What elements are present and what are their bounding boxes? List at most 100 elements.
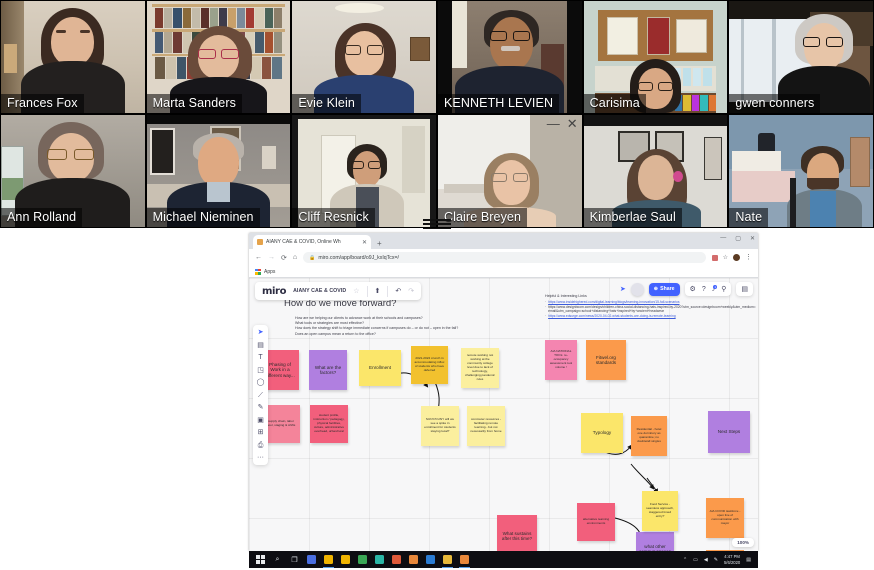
file-explorer-taskbar-button[interactable] <box>337 551 354 568</box>
notifications-icon[interactable]: ▤ <box>746 557 751 563</box>
minimize-icon[interactable]: — <box>720 235 726 242</box>
back-icon[interactable]: ← <box>255 254 262 261</box>
participant-tile[interactable]: Evie Klein <box>292 1 436 113</box>
sticky-note[interactable]: Residential - hotel one dormitory as qua… <box>631 416 667 456</box>
browser-menu-icon[interactable]: ⋮ <box>745 254 752 261</box>
apps-grid-icon[interactable] <box>255 268 261 275</box>
panel-icon[interactable]: ▤ <box>741 285 748 293</box>
sticky-note-tool-icon[interactable]: ◳ <box>257 367 264 374</box>
sticky-note[interactable]: What are the factors? <box>309 350 347 390</box>
firefox-taskbar-button[interactable] <box>405 551 422 568</box>
sticky-note[interactable]: 2021-2022 crunch in accommodating influx… <box>411 346 448 384</box>
sticky-note[interactable]: AIA COVID taskforce - open line of commu… <box>706 498 744 538</box>
board-link[interactable]: https://www.edsurge.com/news/2020-04-02-… <box>548 314 676 318</box>
undo-icon[interactable]: ↶ <box>395 287 401 295</box>
sticky-note[interactable]: Fitwel.org standards <box>586 340 626 380</box>
profile-avatar[interactable] <box>733 254 740 261</box>
bookmark-apps-label[interactable]: Apps <box>264 269 275 275</box>
redo-icon[interactable]: ↷ <box>408 287 414 295</box>
cursor-pointer-icon[interactable]: ➤ <box>620 285 626 293</box>
participant-tile[interactable]: Kimberlae Saul <box>583 115 728 227</box>
minimize-icon[interactable]: — <box>547 117 560 130</box>
miro-logo[interactable]: miro <box>262 286 286 297</box>
pen-tool-icon[interactable]: ✎ <box>258 404 264 411</box>
extension-icon[interactable] <box>711 254 718 261</box>
edge-taskbar-button[interactable] <box>303 551 320 568</box>
reload-icon[interactable]: ⟳ <box>281 254 287 262</box>
sticky-note[interactable]: remote working not working at the commun… <box>461 348 499 388</box>
line-tool-icon[interactable]: ⟋ <box>258 392 263 399</box>
board-link[interactable]: https://www.designboom.com/design/childr… <box>548 305 757 314</box>
participant-tile[interactable]: Nate <box>729 115 873 227</box>
task-view-button[interactable]: ❐ <box>286 551 303 568</box>
close-tab-icon[interactable]: ✕ <box>362 239 367 246</box>
sticky-note[interactable]: Next Steps <box>708 411 750 453</box>
help-icon[interactable]: ? <box>702 286 706 293</box>
favorite-star-icon[interactable]: ☆ <box>353 287 359 295</box>
sticky-note[interactable]: what other campus spaces can be used? <box>636 532 674 551</box>
home-icon[interactable]: ⌂ <box>293 254 297 261</box>
share-button[interactable]: ⊕ Share <box>648 282 680 296</box>
search-icon[interactable]: ⚲ <box>721 285 726 293</box>
notifications-icon[interactable]: ♪ 1 <box>712 284 718 293</box>
taskbar-clock[interactable]: 4:47 PM 5/6/2020 <box>724 554 740 565</box>
sticky-note[interactable]: Food Service - seamless approach, stagge… <box>642 491 678 531</box>
text-tool-icon[interactable]: T <box>258 354 262 361</box>
participant-tile-active[interactable]: Ann Rolland <box>1 115 145 227</box>
pen-icon[interactable]: ✎ <box>714 557 718 563</box>
board-name[interactable]: AIANY CAE & COVID <box>293 288 346 294</box>
sticky-note[interactable]: commuter resources - facilitating remote… <box>467 406 505 446</box>
participant-tile[interactable]: Cliff Resnick <box>292 115 436 227</box>
comment-tool-icon[interactable]: ▣ <box>257 417 264 424</box>
store-taskbar-button[interactable] <box>422 551 439 568</box>
tray-chevron-icon[interactable]: ⌃ <box>683 557 687 563</box>
photos-taskbar-button[interactable] <box>371 551 388 568</box>
participant-tile[interactable]: KENNETH LEVIEN <box>438 1 582 113</box>
volume-icon[interactable]: ◀ <box>704 557 708 563</box>
paint-taskbar-button[interactable] <box>388 551 405 568</box>
templates-tool-icon[interactable]: ▤ <box>257 342 264 349</box>
upload-icon[interactable]: ⬆ <box>375 287 381 295</box>
upload-tool-icon[interactable]: ⎙ <box>258 442 264 449</box>
maximize-icon[interactable]: ▢ <box>735 235 741 242</box>
participant-tile-active[interactable]: Michael Nieminen <box>146 115 291 227</box>
sticky-note[interactable]: Typology <box>581 413 623 453</box>
sticky-note[interactable]: SUNY/CUNY will we see a spike in enrollm… <box>421 406 459 446</box>
notes-taskbar-button[interactable] <box>439 551 456 568</box>
chrome-taskbar-button[interactable] <box>320 551 337 568</box>
browser-tab[interactable]: AIANY CAE & COVID, Online Wh ✕ <box>253 235 371 249</box>
participant-tile[interactable]: Marta Sanders <box>146 1 291 113</box>
apps-icon[interactable]: ⚙ <box>690 285 696 293</box>
bookmark-star-icon[interactable]: ☆ <box>723 254 728 261</box>
zoom-app-taskbar-button[interactable] <box>456 551 473 568</box>
frame-tool-icon[interactable]: ⊞ <box>258 429 264 436</box>
address-bar[interactable]: 🔒 miro.com/app/board/o9J_kxIqTcx=/ <box>303 252 706 263</box>
forward-icon[interactable]: → <box>268 254 275 261</box>
more-tools-icon[interactable]: ··· <box>257 454 264 461</box>
new-tab-button[interactable]: + <box>377 239 382 249</box>
participant-tile[interactable]: gwen conners <box>729 1 873 113</box>
sticky-note[interactable]: Enrollment <box>359 350 401 386</box>
participant-tile[interactable]: Carisima <box>583 1 728 113</box>
drag-handle[interactable] <box>423 219 451 229</box>
browser-window-controls[interactable]: — ▢ ✕ <box>720 235 755 242</box>
miro-panel-toggle[interactable]: ▤ <box>736 282 753 296</box>
participant-tile[interactable]: Frances Fox <box>1 1 145 113</box>
sticky-note[interactable]: What sustains after this time? <box>497 515 537 551</box>
search-button[interactable]: ⌕ <box>269 551 286 568</box>
zoom-control[interactable]: 100% <box>732 538 754 547</box>
close-icon[interactable]: ✕ <box>750 235 755 242</box>
network-icon[interactable]: ▭ <box>693 557 698 563</box>
board-link[interactable]: https://www.insidehighered.com/digital-l… <box>548 300 679 304</box>
mail-taskbar-button[interactable] <box>354 551 371 568</box>
sticky-note[interactable]: AIA NATIONAL TOOL: re-occupancy assessme… <box>545 340 577 380</box>
sticky-note[interactable]: alternative learning environments <box>577 503 615 541</box>
close-icon[interactable]: ✕ <box>567 117 578 130</box>
collaborator-avatar[interactable] <box>630 282 644 296</box>
floating-window-controls[interactable]: — ✕ <box>547 117 578 130</box>
participant-tile-floating[interactable]: — ✕ Claire Breyen <box>438 115 582 227</box>
cursor-tool-icon[interactable]: ➤ <box>258 329 264 336</box>
shapes-tool-icon[interactable]: ◯ <box>257 379 265 386</box>
sticky-note[interactable]: student profile, instruction / pedagogy,… <box>310 405 348 443</box>
start-button[interactable] <box>252 551 269 568</box>
